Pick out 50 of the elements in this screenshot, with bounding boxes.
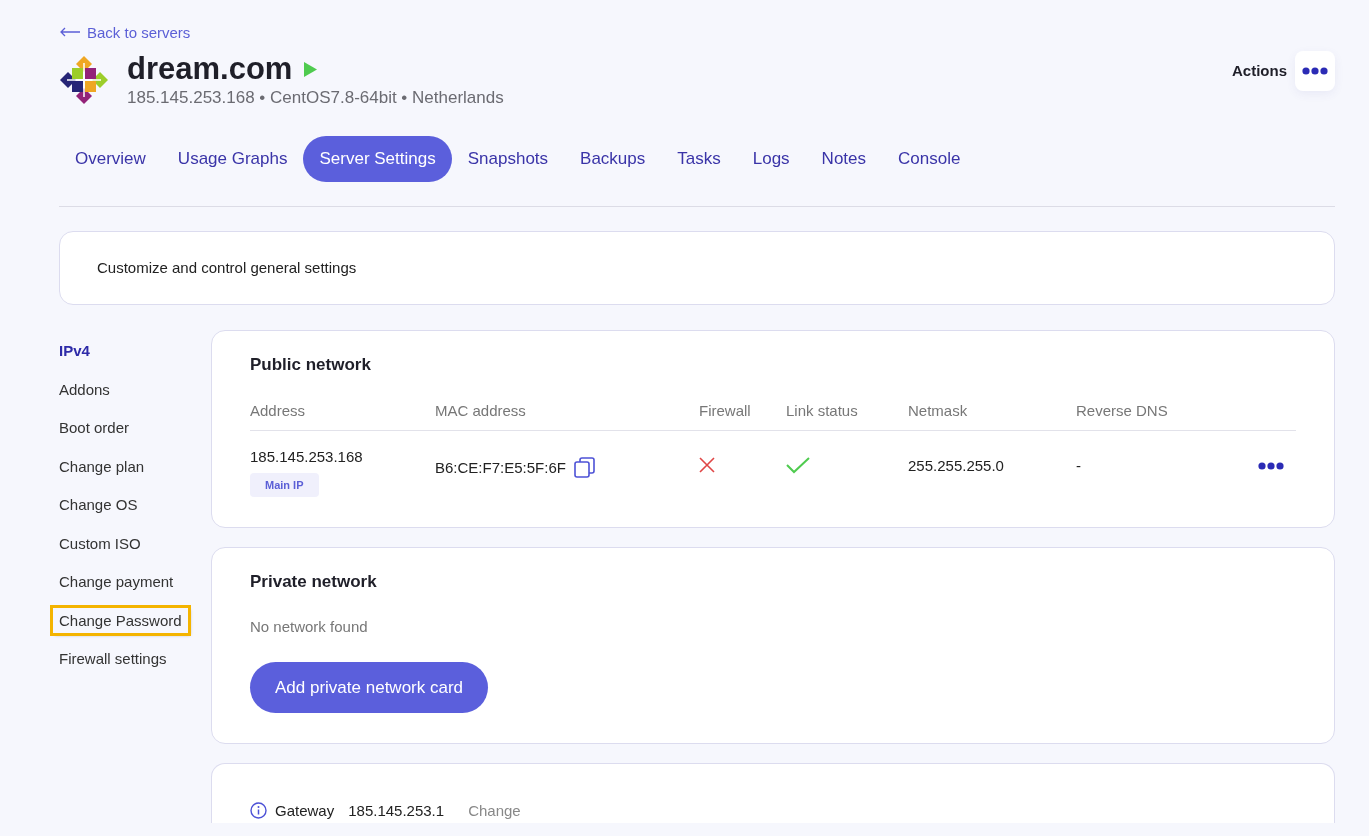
tab[interactable]: Logs <box>736 136 806 182</box>
sidebar-item[interactable]: Change Password <box>53 607 188 633</box>
copy-icon <box>573 457 595 478</box>
info-icon <box>250 802 267 819</box>
tab[interactable]: Console <box>882 136 977 182</box>
add-network-card-button[interactable]: Add private network card <box>250 662 489 713</box>
more-icon <box>1258 462 1284 470</box>
sidebar-item[interactable]: Boot order <box>53 415 136 440</box>
column-header: Address <box>250 402 307 419</box>
ip-address: 185.145.253.168 <box>250 448 364 465</box>
netmask: 255.255.255.0 <box>908 457 1004 474</box>
intro-text: Customize and control general settings <box>97 259 358 276</box>
sidebar-item[interactable]: IPv4 <box>53 338 96 363</box>
section-title: Public network <box>250 355 372 375</box>
reverse-dns: - <box>1076 457 1081 474</box>
column-header: Netmask <box>908 402 969 419</box>
copy-button[interactable] <box>573 457 595 478</box>
sidebar-item[interactable]: Custom ISO <box>53 530 147 556</box>
column-header: MAC address <box>435 402 527 419</box>
tab[interactable]: Tasks <box>661 136 737 182</box>
change-link[interactable]: Change <box>468 802 521 819</box>
gateway-address: 185.145.253.1 <box>348 802 445 819</box>
mac-address: B6:CE:F7:E5:5F:6F <box>435 459 566 476</box>
column-header: Link status <box>786 402 859 419</box>
sidebar-item[interactable]: Change plan <box>53 453 151 479</box>
column-header: Firewall <box>699 402 752 419</box>
tab[interactable]: Server Settings <box>303 136 452 182</box>
sidebar-item[interactable]: Addons <box>53 376 116 402</box>
server-details: 185.145.253.168 • CentOS7.8-64bit • Netherlands <box>127 88 504 108</box>
more-icon <box>1302 66 1328 75</box>
sidebar-item[interactable]: Firewall settings <box>53 646 173 671</box>
row-menu-button[interactable] <box>1258 462 1284 470</box>
actions-label: Actions <box>1232 62 1287 79</box>
tab[interactable]: Overview <box>59 136 162 182</box>
section-title: Private network <box>250 572 378 592</box>
column-header: Reverse DNS <box>1076 402 1169 419</box>
server-name: dream.com <box>127 51 293 87</box>
empty-message: No network found <box>250 618 369 635</box>
left-arrow-icon <box>59 27 81 37</box>
actions-menu-button[interactable] <box>1295 50 1335 91</box>
pinwheel-logo-icon <box>59 54 109 105</box>
back-link[interactable]: Back to servers <box>59 23 191 41</box>
main-ip-badge: Main IP <box>250 473 319 497</box>
tab[interactable]: Snapshots <box>451 136 565 182</box>
gateway-label: Gateway <box>275 802 335 819</box>
tab[interactable]: Notes <box>805 136 883 182</box>
sidebar-item[interactable]: Change payment <box>53 569 180 594</box>
tab[interactable]: Backups <box>564 136 662 182</box>
tab[interactable]: Usage Graphs <box>161 136 304 182</box>
sidebar-item[interactable]: Change OS <box>53 492 144 517</box>
